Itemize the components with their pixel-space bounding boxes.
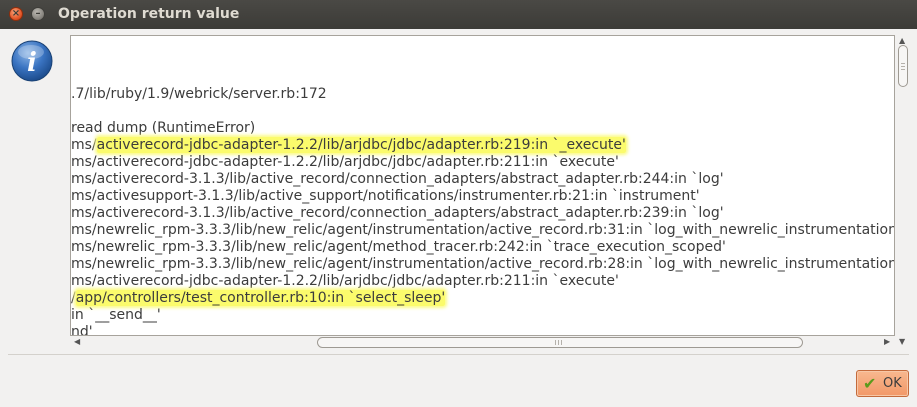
scroll-up-arrow-icon[interactable]: ▲ xyxy=(899,37,905,45)
title-bar: × – Operation return value xyxy=(0,0,917,29)
svg-text:i: i xyxy=(27,48,37,78)
horizontal-scroll-thumb[interactable] xyxy=(317,337,803,348)
ok-button[interactable]: ✔ OK xyxy=(856,370,909,397)
highlighted-text: activerecord-jdbc-adapter-1.2.2/lib/arjd… xyxy=(96,137,626,153)
separator xyxy=(8,354,909,355)
text-line: ms/newrelic_rpm-3.3.3/lib/new_relic/agen… xyxy=(71,222,895,238)
text-line: ms/newrelic_rpm-3.3.3/lib/new_relic/agen… xyxy=(71,256,895,272)
text-line: nd' xyxy=(71,324,93,336)
info-icon: i xyxy=(11,40,53,82)
scroll-down-arrow-icon[interactable]: ▼ xyxy=(899,338,905,346)
close-icon: × xyxy=(11,8,21,19)
return-value-text-area[interactable]: .7/lib/ruby/1.9/webrick/server.rb:172 rea… xyxy=(70,35,895,336)
text-line: ms/activerecord-jdbc-adapter-1.2.2/lib/a… xyxy=(71,273,619,289)
highlighted-text: app/controllers/test_controller.rb:10:in… xyxy=(75,290,446,306)
text-line: /app/controllers/test_controller.rb:10:i… xyxy=(71,290,446,307)
horizontal-scrollbar[interactable]: ◀ ▶ xyxy=(70,336,895,350)
ok-button-label: OK xyxy=(883,376,902,391)
close-window-button[interactable]: × xyxy=(9,7,23,21)
text-line: ms/activerecord-jdbc-adapter-1.2.2/lib/a… xyxy=(71,137,626,154)
text-line: ms/activerecord-3.1.3/lib/active_record/… xyxy=(71,171,724,187)
minimize-window-button[interactable]: – xyxy=(31,7,45,21)
text-line: read dump (RuntimeError) xyxy=(71,120,256,136)
text-line-prefix: / xyxy=(71,290,76,306)
scroll-left-arrow-icon[interactable]: ◀ xyxy=(74,338,80,346)
window-title: Operation return value xyxy=(58,6,240,22)
check-icon: ✔ xyxy=(863,374,877,393)
text-line: ms/activerecord-3.1.3/lib/active_record/… xyxy=(71,205,724,221)
text-line: .7/lib/ruby/1.9/webrick/server.rb:172 xyxy=(71,86,327,102)
text-line: ms/activerecord-jdbc-adapter-1.2.2/lib/a… xyxy=(71,154,619,170)
vertical-scrollbar[interactable]: ▲ ▼ xyxy=(895,35,911,348)
scroll-right-arrow-icon[interactable]: ▶ xyxy=(884,338,890,346)
text-line: ms/newrelic_rpm-3.3.3/lib/new_relic/agen… xyxy=(71,239,726,255)
minimize-icon: – xyxy=(35,8,41,19)
vertical-scroll-thumb[interactable] xyxy=(898,45,908,87)
text-line: ms/activesupport-3.1.3/lib/active_suppor… xyxy=(71,188,700,204)
text-line: in `__send__' xyxy=(71,307,161,323)
text-line-prefix: ms/ xyxy=(71,137,97,153)
